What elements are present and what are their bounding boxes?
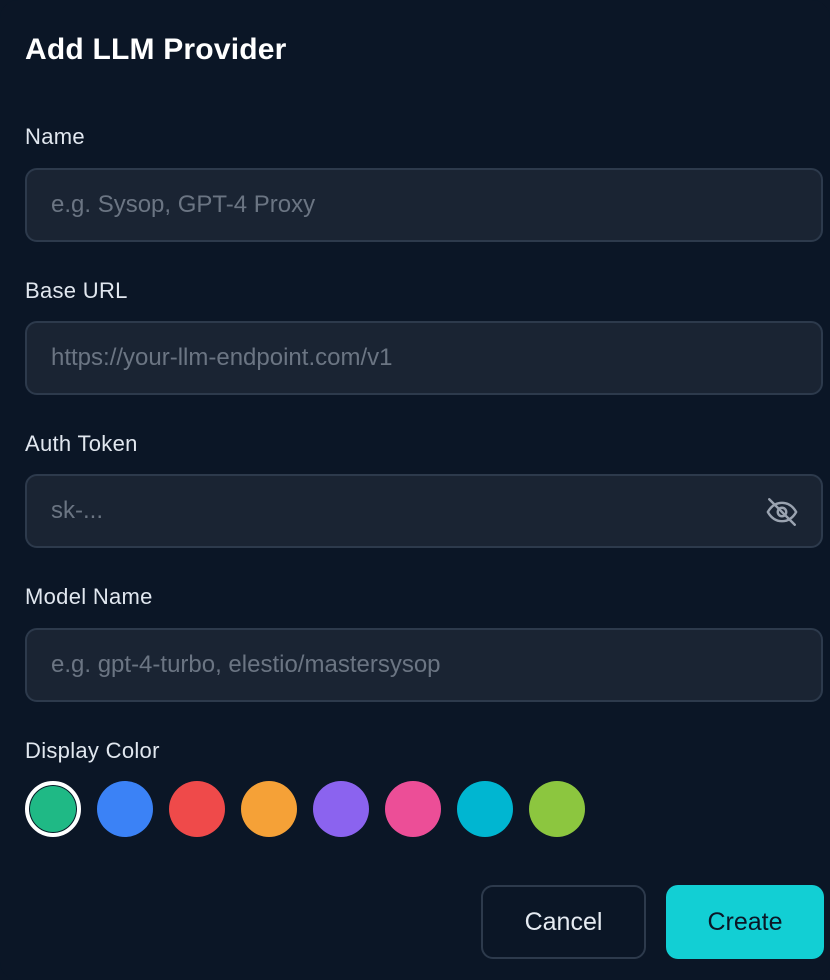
color-swatch[interactable] xyxy=(25,781,81,837)
auth-token-field-wrapper xyxy=(25,474,823,548)
display-color-label: Display Color xyxy=(25,738,160,763)
name-label: Name xyxy=(25,124,85,149)
base-url-input[interactable] xyxy=(27,323,821,393)
cancel-button[interactable]: Cancel xyxy=(481,885,646,959)
base-url-field-wrapper xyxy=(25,321,823,395)
model-name-input[interactable] xyxy=(27,630,821,700)
dialog-title: Add LLM Provider xyxy=(25,33,287,66)
color-swatch[interactable] xyxy=(169,781,225,837)
auth-token-label: Auth Token xyxy=(25,431,138,456)
color-swatch[interactable] xyxy=(529,781,585,837)
auth-token-input[interactable] xyxy=(27,476,821,546)
color-swatch[interactable] xyxy=(385,781,441,837)
color-swatch[interactable] xyxy=(97,781,153,837)
name-field-wrapper xyxy=(25,168,823,242)
color-swatch[interactable] xyxy=(313,781,369,837)
add-llm-provider-dialog: Add LLM Provider Name Base URL Auth Toke… xyxy=(0,0,830,980)
eye-off-icon[interactable] xyxy=(763,493,801,531)
name-input[interactable] xyxy=(27,170,821,240)
color-swatch[interactable] xyxy=(241,781,297,837)
color-swatch-group xyxy=(25,781,585,837)
model-name-field-wrapper xyxy=(25,628,823,702)
model-name-label: Model Name xyxy=(25,584,153,609)
base-url-label: Base URL xyxy=(25,278,128,303)
color-swatch[interactable] xyxy=(457,781,513,837)
create-button[interactable]: Create xyxy=(666,885,824,959)
